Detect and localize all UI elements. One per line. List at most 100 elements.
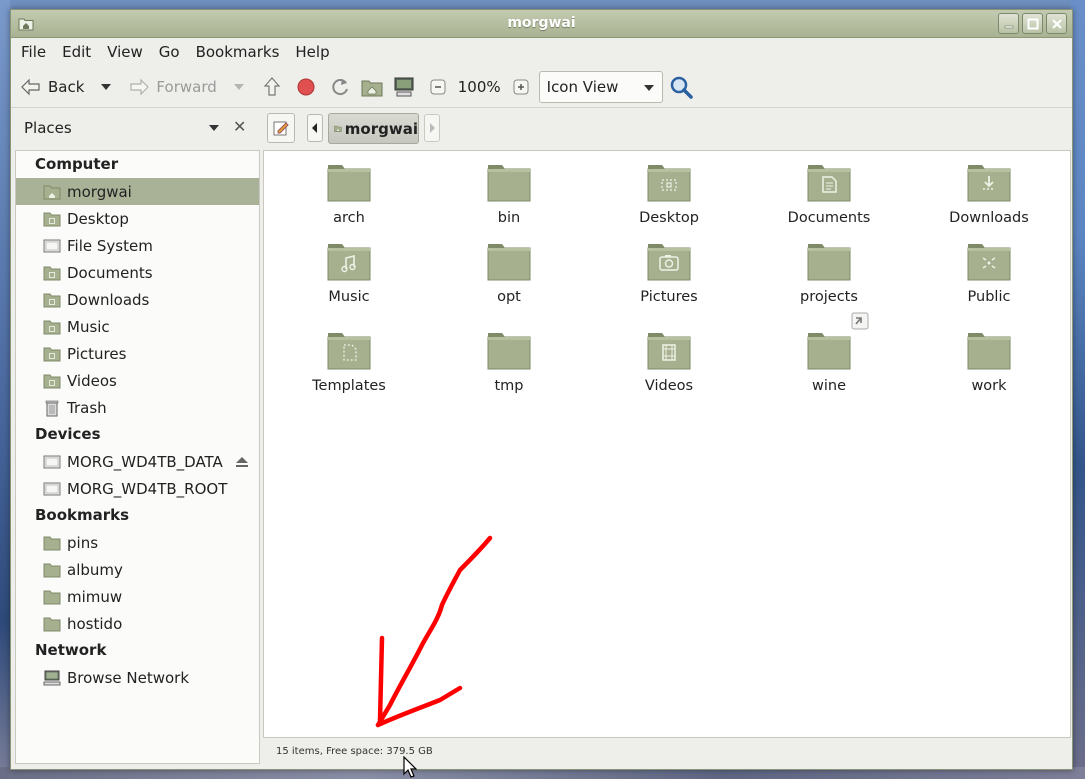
file-item-projects[interactable]: projects [749,238,909,317]
forward-label: Forward [156,77,217,96]
home-icon[interactable] [360,75,384,99]
sidebar-item-documents[interactable]: Documents [16,259,259,286]
forward-history-dropdown[interactable] [233,83,244,90]
zoom-in-icon[interactable] [509,75,533,99]
file-item-arch[interactable]: arch [269,159,429,238]
eject-icon[interactable] [235,454,249,472]
file-item-bin[interactable]: bin [429,159,589,238]
sidebar-item-downloads[interactable]: Downloads [16,286,259,313]
places-sidebar: Computer morgwai Desktop File System Docume… [15,150,260,764]
minimize-icon [1004,25,1013,28]
sidebar-item-music[interactable]: Music [16,313,259,340]
sidebar-item-mimuw[interactable]: mimuw [16,583,259,610]
folder-icon [966,159,1012,207]
sidebar-item-morgwai[interactable]: morgwai [16,178,259,205]
pictures-folder-icon [43,345,61,363]
file-item-label: Music [328,289,370,305]
file-item-tmp[interactable]: tmp [429,317,589,407]
sidebar-item-trash[interactable]: Trash [16,394,259,421]
sidebar-item-morg-wd4tb-root[interactable]: MORG_WD4TB_ROOT [16,475,259,502]
sidebar-item-label: hostido [67,614,123,633]
file-item-label: Documents [787,210,871,226]
folder-icon [486,238,532,286]
sidebar-item-morg-wd4tb-data[interactable]: MORG_WD4TB_DATA [16,448,259,475]
file-item-pictures[interactable]: Pictures [589,238,749,317]
file-item-work[interactable]: work [909,317,1069,407]
maximize-button[interactable] [1022,13,1043,34]
drive-icon [43,480,61,498]
sidebar-item-label: Documents [67,263,153,282]
computer-icon[interactable] [392,75,416,99]
sidebar-item-label: Desktop [67,209,129,228]
close-sidebar-icon[interactable]: ✕ [233,117,246,136]
path-scroll-left[interactable] [307,114,323,142]
menu-edit[interactable]: Edit [54,43,99,61]
file-item-label: Downloads [949,210,1029,226]
minimize-button[interactable] [998,13,1019,34]
edit-icon [273,121,289,136]
path-button-current[interactable]: morgwai [328,113,419,144]
zoom-out-icon[interactable] [426,75,450,99]
folder-icon [806,317,852,375]
view-mode-select[interactable]: Icon View [538,70,663,103]
folder-icon [326,317,372,375]
sidebar-item-videos[interactable]: Videos [16,367,259,394]
sidebar-item-file-system[interactable]: File System [16,232,259,259]
menu-help[interactable]: Help [287,43,337,61]
annotation-arrow [375,535,493,728]
folder-icon [43,615,61,633]
drive-icon [43,237,61,255]
maximize-icon [1027,18,1038,29]
file-item-opt[interactable]: opt [429,238,589,317]
documents-folder-icon [43,264,61,282]
file-item-downloads[interactable]: Downloads [909,159,1069,238]
trash-icon [43,399,61,417]
back-history-dropdown[interactable] [101,83,112,90]
toolbar: Back Forward 100% Icon View [11,66,1072,108]
zoom-level: 100% [457,77,501,96]
sidebar-item-albumy[interactable]: albumy [16,556,259,583]
chevron-left-icon [312,123,317,133]
file-manager-window: morgwai File Edit View Go Bookmarks Help… [10,9,1073,770]
path-scroll-right[interactable] [424,114,440,142]
menu-go[interactable]: Go [151,43,188,61]
reload-icon[interactable] [328,75,352,99]
menu-bookmarks[interactable]: Bookmarks [188,43,288,61]
folder-icon [43,561,61,579]
file-item-music[interactable]: Music [269,238,429,317]
back-label: Back [48,77,85,96]
sidebar-item-label: Downloads [67,290,150,309]
sidebar-item-desktop[interactable]: Desktop [16,205,259,232]
file-item-label: Desktop [639,210,699,226]
sidebar-item-pictures[interactable]: Pictures [16,340,259,367]
sidebar-item-hostido[interactable]: hostido [16,610,259,637]
chevron-down-icon [643,84,654,91]
file-item-desktop[interactable]: Desktop [589,159,749,238]
file-item-templates[interactable]: Templates [269,317,429,407]
file-item-public[interactable]: Public [909,238,1069,317]
sidebar-heading-bookmarks: Bookmarks [35,506,130,524]
file-item-wine[interactable]: wine [749,312,909,407]
network-icon [43,669,61,687]
title-bar[interactable]: morgwai [11,10,1072,38]
file-item-videos[interactable]: Videos [589,317,749,407]
sidebar-item-browse-network[interactable]: Browse Network [16,664,259,691]
back-button[interactable]: Back [19,75,112,99]
folder-icon [806,159,852,207]
sidebar-item-pins[interactable]: pins [16,529,259,556]
file-item-documents[interactable]: Documents [749,159,909,238]
menu-view[interactable]: View [99,43,151,61]
forward-button[interactable]: Forward [127,75,244,99]
search-icon[interactable] [669,75,693,99]
menu-file[interactable]: File [13,43,54,61]
file-item-label: Pictures [640,289,698,305]
sidebar-item-label: pins [67,533,99,552]
toggle-location-entry-button[interactable] [267,113,295,143]
desktop-folder-icon [43,210,61,228]
close-button[interactable] [1046,13,1067,34]
sidebar-mode-label[interactable]: Places [24,119,72,137]
stop-icon[interactable] [294,75,318,99]
chevron-down-icon[interactable] [209,125,219,131]
up-arrow-icon[interactable] [260,75,284,99]
file-item-label: arch [333,210,365,226]
